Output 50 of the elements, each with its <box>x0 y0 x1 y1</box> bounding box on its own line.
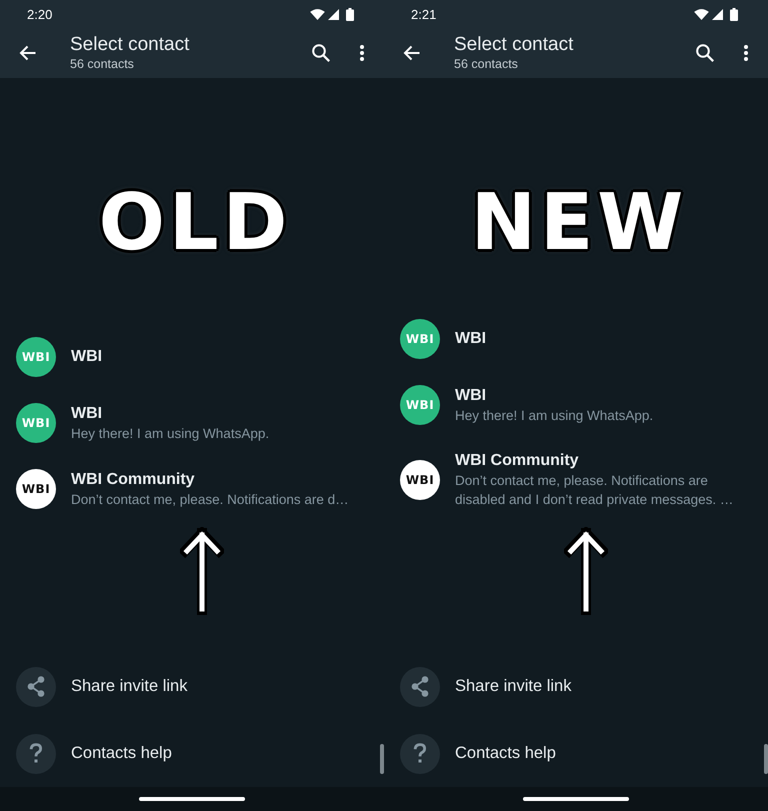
contact-status: Don’t contact me, please. Notifications are disabled and I don’t read private messages. … <box>455 472 734 509</box>
signal-icon <box>712 8 723 20</box>
status-time: 2:20 <box>27 6 54 22</box>
contact-name[interactable]: WBI <box>71 347 368 367</box>
contact-name[interactable]: WBI <box>455 329 752 349</box>
contact-status: Hey there! I am using WhatsApp. <box>71 424 270 442</box>
action-label[interactable]: Share invite link <box>455 677 572 696</box>
avatar-logo: WBI <box>16 469 56 509</box>
action-label[interactable]: Share invite link <box>71 677 188 696</box>
contact-status: Hey there! I am using WhatsApp. <box>455 406 654 424</box>
contact-status: Don’t contact me, please. Notifications are d… <box>71 490 350 508</box>
share-icon <box>16 666 56 706</box>
up-arrow-icon <box>180 527 224 615</box>
caption-text: NEW <box>470 184 688 262</box>
action-label[interactable]: Contacts help <box>71 744 172 763</box>
action-label[interactable]: Contacts help <box>455 744 556 763</box>
contact-name[interactable]: WBI Community <box>455 451 752 471</box>
battery-icon <box>346 8 354 20</box>
contact-count: 56 contacts <box>70 56 135 72</box>
help-icon <box>400 734 440 774</box>
wifi-icon <box>310 8 325 20</box>
battery-icon <box>730 8 738 20</box>
avatar-logo: WBI <box>400 460 440 500</box>
avatar-logo: WBI <box>400 319 440 359</box>
screen-title: Select contact <box>454 34 574 56</box>
help-icon <box>16 734 56 774</box>
signal-icon <box>328 8 339 20</box>
contact-name[interactable]: WBI <box>455 386 752 406</box>
caption-text: OLD <box>98 184 292 262</box>
back-icon[interactable] <box>403 45 420 61</box>
screen-title: Select contact <box>70 34 190 56</box>
scrollbar-thumb <box>380 744 384 774</box>
menu-icon[interactable] <box>744 45 748 61</box>
avatar-logo: WBI <box>16 337 56 377</box>
search-icon[interactable] <box>696 44 714 62</box>
share-icon <box>400 666 440 706</box>
back-icon[interactable] <box>19 45 36 61</box>
home-handle[interactable] <box>523 797 629 801</box>
search-icon[interactable] <box>312 44 330 62</box>
up-arrow-icon <box>564 527 608 615</box>
menu-icon[interactable] <box>360 45 364 61</box>
contact-count: 56 contacts <box>454 56 519 72</box>
avatar-logo: WBI <box>400 385 440 425</box>
status-time: 2:21 <box>411 6 438 22</box>
scrollbar-thumb <box>764 744 768 774</box>
wifi-icon <box>694 8 709 20</box>
contact-name[interactable]: WBI <box>71 404 368 424</box>
home-handle[interactable] <box>139 797 245 801</box>
contact-name[interactable]: WBI Community <box>71 470 368 490</box>
avatar-logo: WBI <box>16 403 56 443</box>
